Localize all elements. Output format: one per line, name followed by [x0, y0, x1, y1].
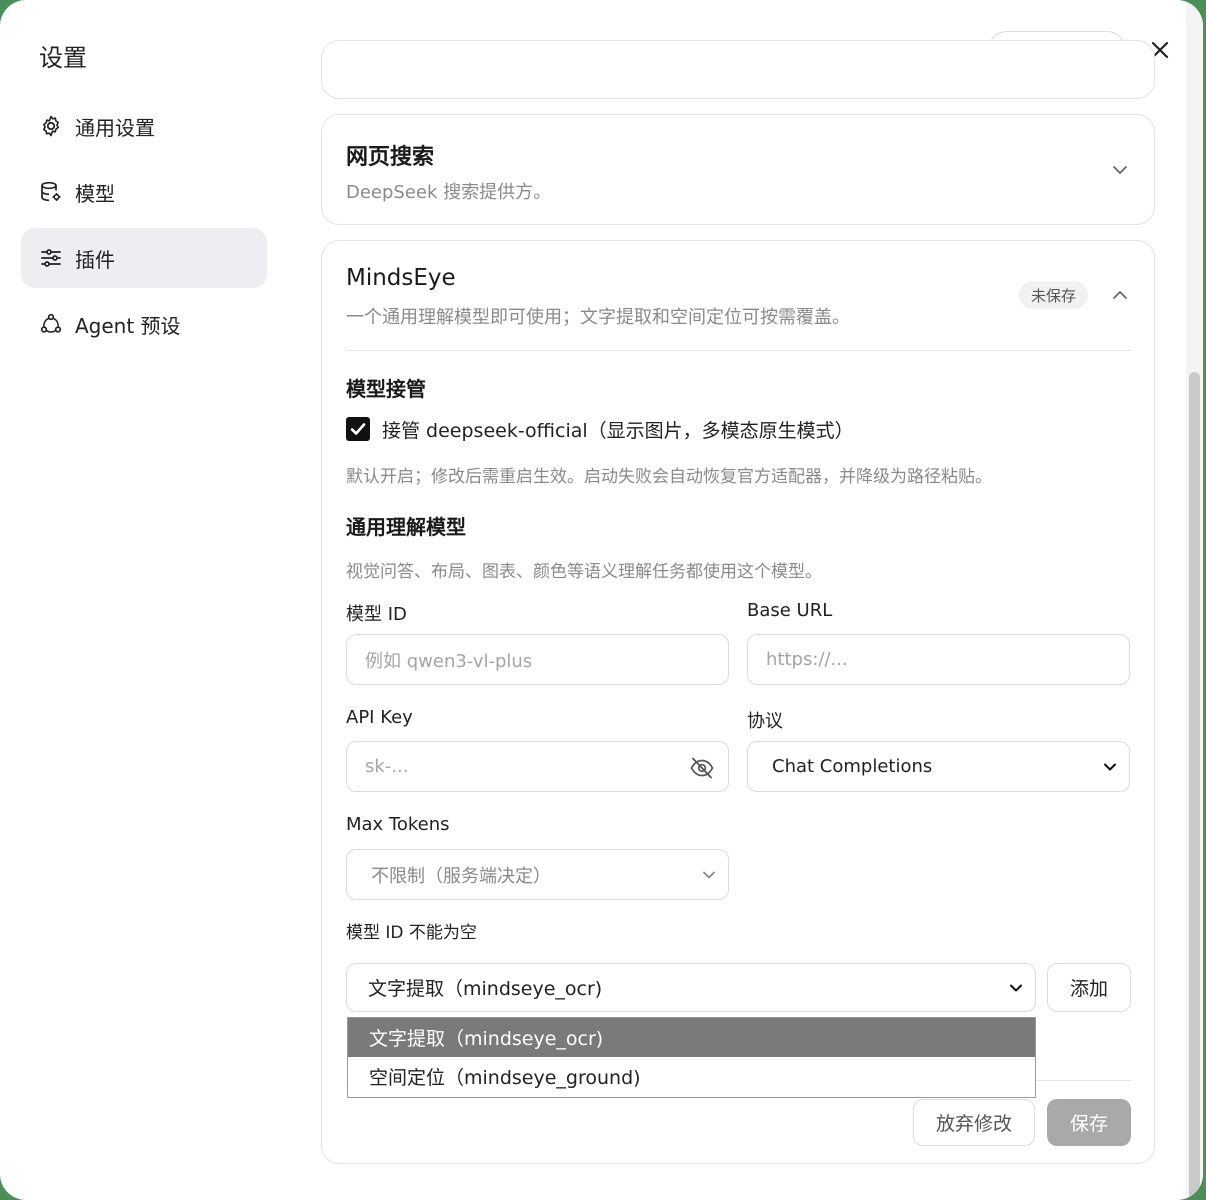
chevron-down-icon — [1104, 763, 1116, 770]
max-tokens-value: 不限制（服务端决定） — [371, 865, 551, 887]
general-model-hint: 视觉问答、布局、图表、颜色等语义理解任务都使用这个模型。 — [346, 562, 822, 582]
save-button[interactable]: 保存 — [1047, 1099, 1131, 1146]
discard-button[interactable]: 放弃修改 — [913, 1099, 1035, 1146]
web-search-card[interactable]: 网页搜索 DeepSeek 搜索提供方。 — [321, 114, 1155, 225]
protocol-value: Chat Completions — [772, 756, 933, 777]
chevron-down-icon — [703, 871, 715, 878]
status-badge: 未保存 — [1019, 281, 1089, 309]
protocol-select[interactable]: Chat Completions — [747, 741, 1130, 792]
takeover-checkbox[interactable] — [346, 417, 370, 441]
sidebar-item-label: Agent 预设 — [75, 313, 181, 338]
previous-plugin-card — [321, 40, 1155, 99]
model-id-error: 模型 ID 不能为空 — [346, 923, 477, 943]
sidebar-item-models[interactable]: 模型 — [21, 162, 267, 222]
sidebar-item-label: 模型 — [75, 181, 115, 206]
max-tokens-select[interactable]: 不限制（服务端决定） — [346, 849, 729, 900]
sliders-icon — [41, 249, 61, 267]
dropdown-option-ocr[interactable]: 文字提取（mindseye_ocr) — [348, 1018, 1035, 1057]
settings-dialog: 设置 打开配置文件 通用设置 模型 插件 — [0, 0, 1203, 1200]
sidebar-item-label: 通用设置 — [75, 115, 155, 140]
checkmark-icon — [350, 423, 366, 435]
sidebar-item-label: 插件 — [75, 247, 115, 272]
card-subtitle: DeepSeek 搜索提供方。 — [346, 182, 552, 203]
api-key-label: API Key — [346, 707, 413, 728]
chevron-up-icon[interactable] — [1111, 286, 1129, 304]
takeover-checkbox-label[interactable]: 接管 deepseek-official（显示图片，多模态原生模式） — [382, 416, 854, 443]
model-id-label: 模型 ID — [346, 604, 407, 625]
database-icon — [41, 181, 61, 202]
agent-icon — [40, 313, 62, 333]
api-key-placeholder: sk-... — [365, 756, 409, 777]
card-subtitle: 一个通用理解模型即可使用；文字提取和空间定位可按需覆盖。 — [346, 307, 850, 328]
card-title: MindsEye — [346, 265, 456, 291]
max-tokens-label: Max Tokens — [346, 814, 450, 835]
base-url-label: Base URL — [747, 600, 833, 621]
gear-icon — [43, 115, 59, 137]
override-select[interactable]: 文字提取（mindseye_ocr) — [346, 963, 1036, 1012]
eye-off-icon[interactable] — [689, 755, 715, 781]
base-url-input[interactable]: https://... — [747, 634, 1130, 685]
divider — [346, 350, 1131, 351]
section-title: 通用理解模型 — [346, 515, 466, 539]
sidebar-item-agent-presets[interactable]: Agent 预设 — [21, 294, 267, 354]
api-key-input[interactable]: sk-... — [346, 741, 729, 792]
scrollbar-thumb[interactable] — [1189, 372, 1200, 1200]
sidebar-item-general[interactable]: 通用设置 — [21, 96, 267, 156]
section-title: 模型接管 — [346, 377, 426, 401]
protocol-label: 协议 — [747, 711, 783, 732]
model-id-input[interactable]: 例如 qwen3-vl-plus — [346, 634, 729, 685]
card-title: 网页搜索 — [346, 145, 435, 170]
chevron-down-icon — [1010, 984, 1022, 991]
override-value: 文字提取（mindseye_ocr) — [368, 978, 603, 1000]
dialog-title: 设置 — [39, 44, 87, 72]
dropdown-option-ground[interactable]: 空间定位（mindseye_ground) — [348, 1057, 1035, 1096]
override-dropdown: 文字提取（mindseye_ocr) 空间定位（mindseye_ground) — [347, 1017, 1036, 1098]
takeover-hint: 默认开启；修改后需重启生效。启动失败会自动恢复官方适配器，并降级为路径粘贴。 — [346, 467, 992, 487]
chevron-down-icon[interactable] — [1111, 161, 1129, 179]
sidebar-item-plugins[interactable]: 插件 — [21, 228, 267, 288]
add-override-button[interactable]: 添加 — [1047, 963, 1131, 1012]
